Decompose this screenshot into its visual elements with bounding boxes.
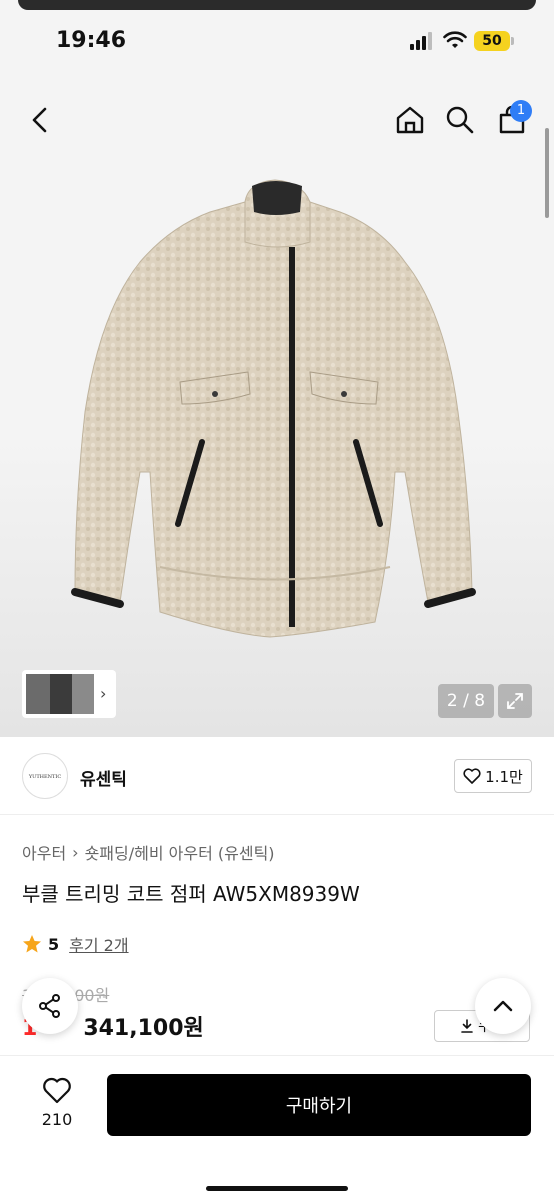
home-icon: [396, 106, 424, 134]
bottom-action-bar: 210 구매하기: [0, 1055, 554, 1200]
wishlist-button[interactable]: 210: [30, 1076, 84, 1136]
product-gallery[interactable]: 1 › 2 / 8: [0, 72, 554, 737]
search-button[interactable]: [440, 100, 480, 140]
wishlist-count: 210: [41, 1110, 73, 1129]
rating-score: 5: [48, 934, 60, 954]
home-indicator: [206, 1186, 348, 1191]
star-icon: [23, 935, 41, 953]
expand-icon: [507, 693, 523, 709]
heart-icon: [43, 1077, 71, 1104]
brand-logo[interactable]: YUTHENTIC: [22, 753, 68, 799]
breadcrumb-item[interactable]: 아우터: [22, 840, 66, 864]
signal-icon: [410, 32, 436, 50]
buy-button[interactable]: 구매하기: [107, 1074, 531, 1136]
search-icon: [446, 106, 474, 134]
chevron-right-icon: ›: [100, 684, 107, 703]
review-count-link[interactable]: 후기 2개: [69, 932, 128, 956]
share-icon: [39, 994, 60, 1018]
brand-name[interactable]: 유센틱: [80, 765, 127, 790]
image-counter: 2 / 8: [438, 684, 494, 718]
status-bar: 19:46 50: [0, 0, 554, 72]
chevron-up-icon: [493, 1000, 513, 1012]
rating-row[interactable]: 5 후기 2개: [22, 932, 129, 956]
thumbnail-image[interactable]: [26, 674, 94, 714]
breadcrumb: 아우터 › 숏패딩/헤비 아우터 (유센틱): [22, 840, 275, 864]
cart-count-badge: 1: [510, 100, 532, 122]
product-title: 부클 트리밍 코트 점퍼 AW5XM8939W: [22, 882, 360, 906]
top-bezel: [18, 0, 536, 10]
download-icon: [461, 1019, 473, 1033]
heart-icon: [463, 768, 481, 784]
share-button[interactable]: [22, 978, 78, 1034]
chevron-left-icon: [32, 107, 47, 133]
product-image[interactable]: [60, 172, 500, 642]
breadcrumb-item[interactable]: 숏패딩/헤비 아우터 (유센틱): [85, 840, 275, 864]
home-button[interactable]: [390, 100, 430, 140]
scroll-to-top-button[interactable]: [475, 978, 531, 1034]
gallery-thumbnails[interactable]: ›: [22, 670, 116, 718]
original-price-tail: 00원: [74, 986, 110, 1005]
brand-row[interactable]: YUTHENTIC 유센틱 1.1만: [0, 737, 554, 815]
brand-like-button[interactable]: 1.1만: [454, 759, 532, 793]
brand-like-count: 1.1만: [485, 767, 523, 786]
battery-indicator: 50: [474, 31, 510, 51]
scrollbar[interactable]: [545, 128, 549, 218]
status-time: 19:46: [56, 28, 127, 53]
expand-button[interactable]: [498, 684, 532, 718]
chevron-right-icon: ›: [72, 842, 79, 862]
wifi-icon: [443, 31, 467, 48]
back-button[interactable]: [20, 100, 60, 140]
battery-tip: [511, 37, 514, 45]
sale-price: 341,100원: [83, 1016, 204, 1041]
